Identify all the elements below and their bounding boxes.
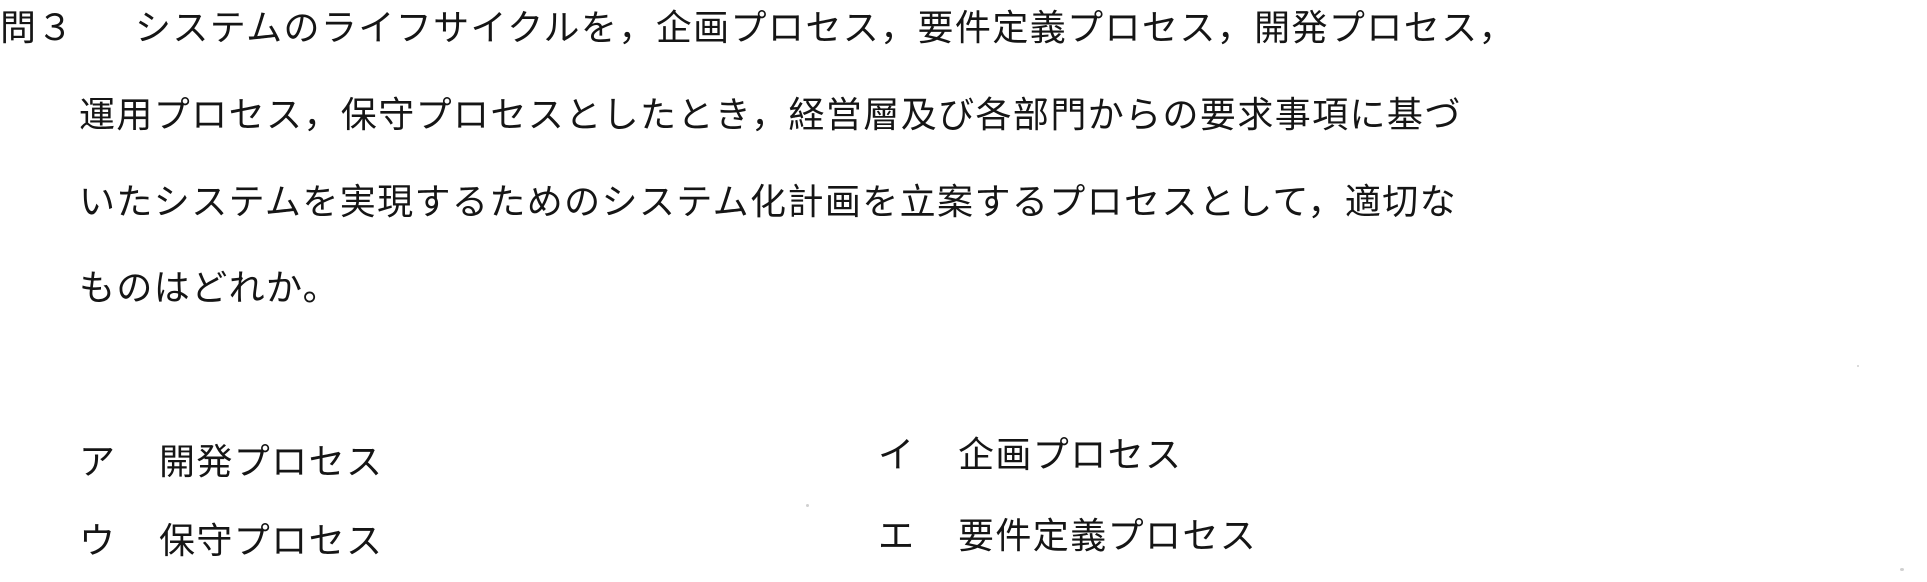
choice-letter: エ xyxy=(878,516,915,557)
question-text-line: 運用プロセス，保守プロセスとしたとき，経営層及び各部門からの要求事項に基づ xyxy=(79,95,1462,136)
choice-letter: ウ xyxy=(79,521,116,562)
choice-u[interactable]: ウ 保守プロセス xyxy=(79,522,383,562)
scan-speck xyxy=(1900,568,1904,571)
choice-text: 開発プロセス xyxy=(159,442,384,483)
choice-text: 保守プロセス xyxy=(159,521,384,562)
scan-speck xyxy=(1857,365,1859,367)
question-text-line: ものはどれか。 xyxy=(79,268,341,309)
question-text-line: システムのライフサイクルを，企画プロセス，要件定義プロセス，開発プロセス， xyxy=(135,8,1516,49)
choice-i[interactable]: イ 企画プロセス xyxy=(878,436,1182,476)
choice-letter: イ xyxy=(878,435,915,476)
choice-e[interactable]: エ 要件定義プロセス xyxy=(878,517,1257,557)
question-text-line: いたシステムを実現するためのシステム化計画を立案するプロセスとして，適切な xyxy=(79,182,1458,223)
choice-text: 企画プロセス xyxy=(958,435,1183,476)
question-number: 問３ xyxy=(0,8,75,49)
scan-speck xyxy=(806,504,809,507)
choice-a[interactable]: ア 開発プロセス xyxy=(79,443,383,483)
choice-letter: ア xyxy=(79,442,116,483)
choice-text: 要件定義プロセス xyxy=(958,516,1258,557)
exam-page: 問３ システムのライフサイクルを，企画プロセス，要件定義プロセス，開発プロセス，… xyxy=(0,0,1927,582)
